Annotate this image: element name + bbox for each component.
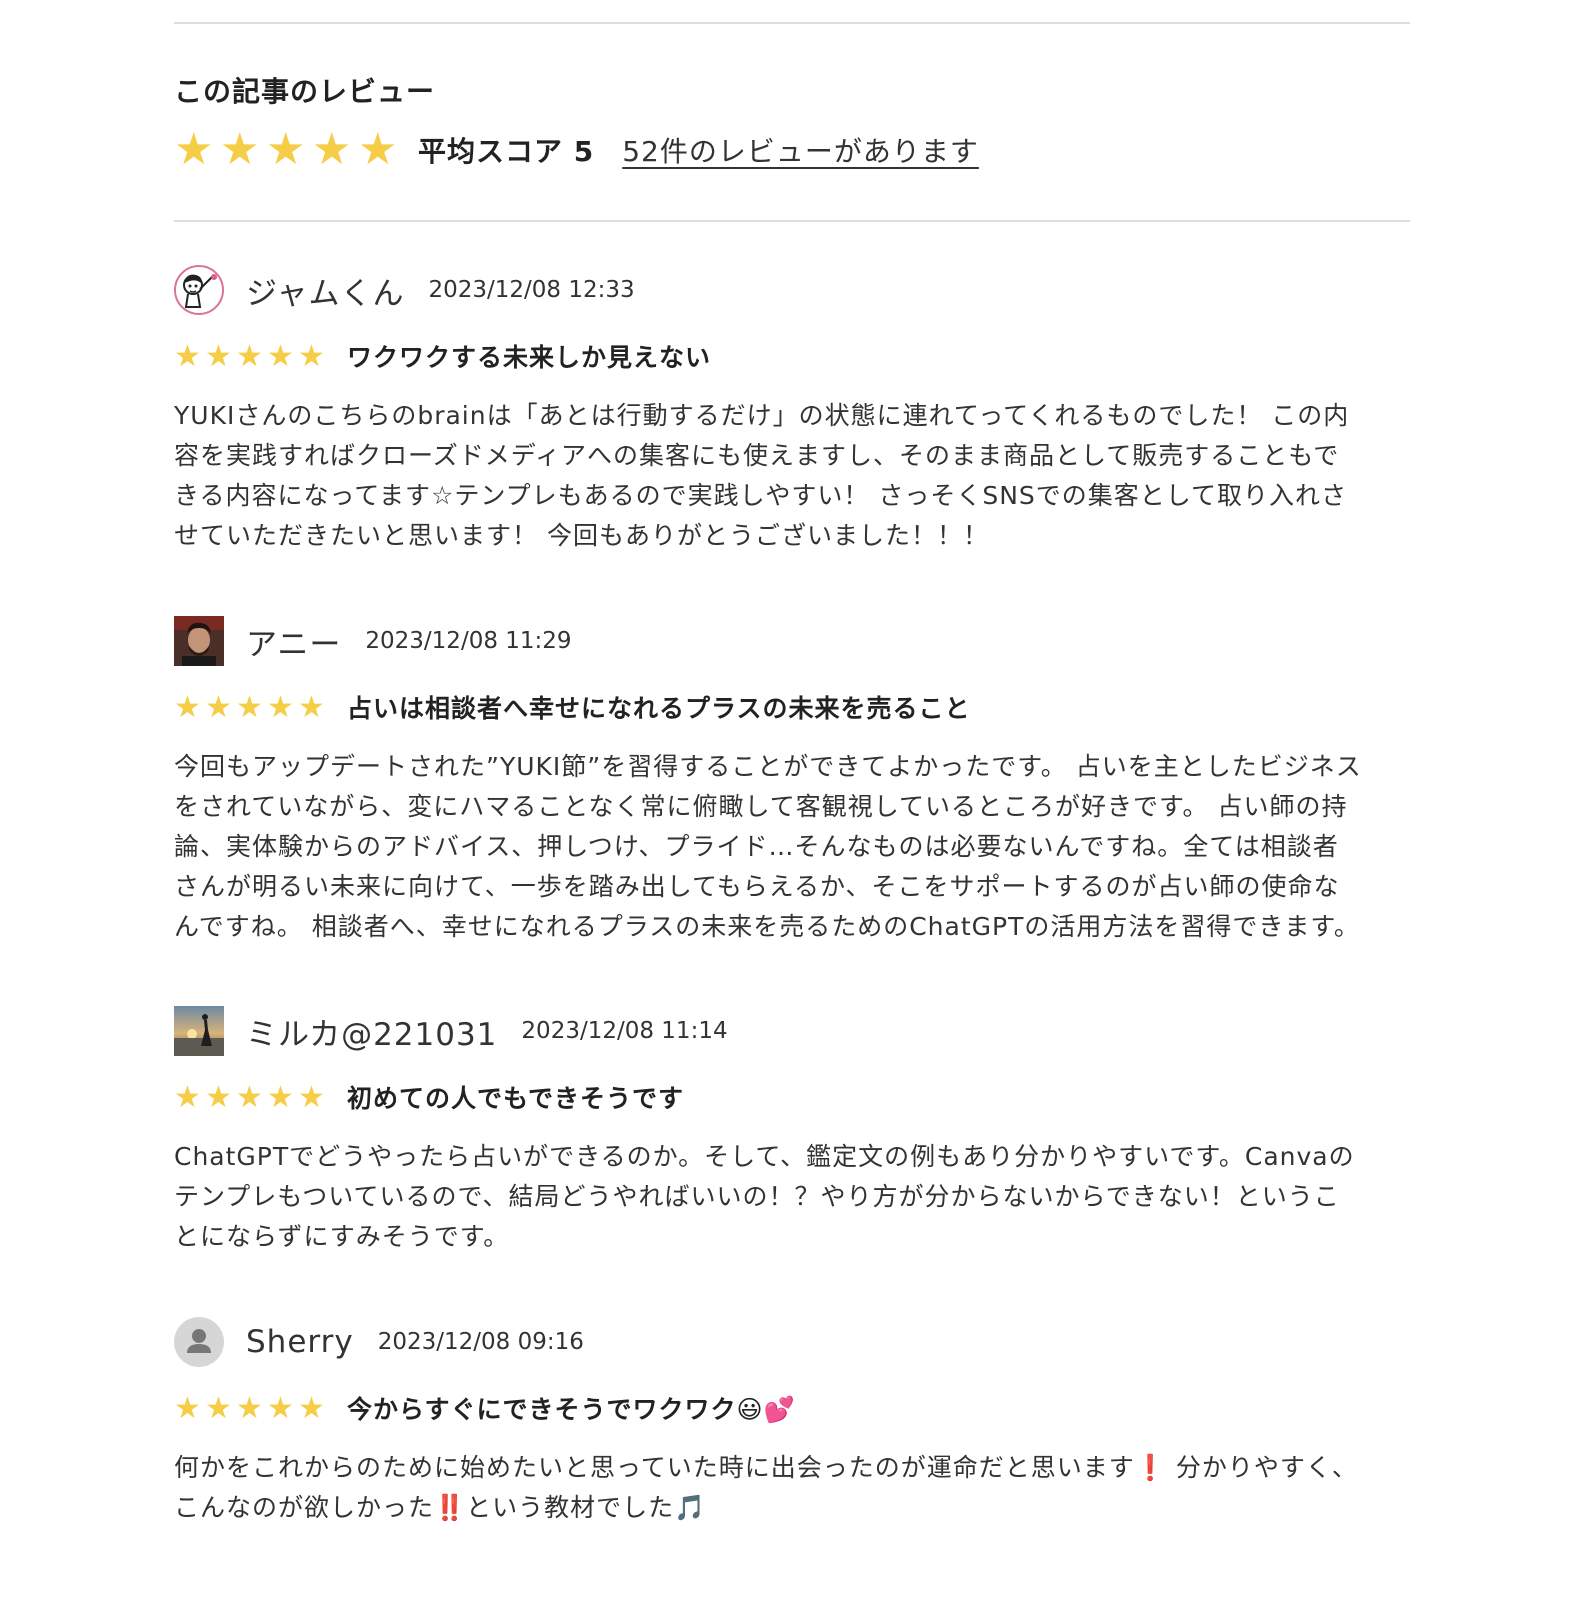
average-star-rating: ★ ★ ★ ★ ★ — [174, 124, 398, 175]
average-score: 平均スコア 5 — [418, 135, 595, 168]
star-icon: ★ — [298, 1390, 325, 1426]
star-icon: ★ — [298, 1079, 325, 1115]
review-star-rating: ★ ★ ★ ★ ★ — [174, 338, 325, 374]
review-item: ミルカ@221031 2023/12/08 11:14 ★ ★ ★ ★ ★ 初め… — [174, 1005, 1410, 1257]
star-icon: ★ — [174, 689, 201, 725]
review-star-rating: ★ ★ ★ ★ ★ — [174, 1390, 325, 1426]
review-title: 今からすぐにできそうでワクワク😃💕 — [347, 1395, 796, 1424]
review-star-rating: ★ ★ ★ ★ ★ — [174, 1079, 325, 1115]
review-body: 何かをこれからのために始めたいと思っていた時に出会ったのが運命だと思います❗ 分… — [174, 1453, 1358, 1522]
review-item: Sherry 2023/12/08 09:16 ★ ★ ★ ★ ★ 今からすぐに… — [174, 1316, 1410, 1528]
avatar[interactable] — [174, 265, 224, 315]
photo-avatar-icon — [174, 616, 224, 666]
review-title-row: ★ ★ ★ ★ ★ 今からすぐにできそうでワクワク😃💕 — [174, 1388, 1410, 1428]
review-title-row: ★ ★ ★ ★ ★ ワクワクする未来しか見えない — [174, 336, 1410, 376]
star-icon: ★ — [267, 689, 294, 725]
star-icon: ★ — [298, 689, 325, 725]
star-icon: ★ — [267, 338, 294, 374]
reviewer-name[interactable]: ミルカ@221031 — [246, 1009, 497, 1054]
review-date: 2023/12/08 09:16 — [377, 1329, 584, 1355]
avatar[interactable] — [174, 1317, 224, 1367]
rating-summary: ★ ★ ★ ★ ★ 平均スコア 5 52件のレビューがあります — [174, 124, 979, 176]
review-title: ワクワクする未来しか見えない — [347, 343, 712, 372]
review-date: 2023/12/08 12:33 — [428, 277, 635, 303]
reviewer-name[interactable]: Sherry — [246, 1324, 354, 1360]
review-item: アニー 2023/12/08 11:29 ★ ★ ★ ★ ★ 占いは相談者へ幸せ… — [174, 615, 1410, 947]
review-title: 初めての人でもできそうです — [347, 1084, 685, 1113]
review-item: ジャムくん 2023/12/08 12:33 ★ ★ ★ ★ ★ ワクワクする未… — [174, 264, 1410, 556]
star-icon: ★ — [266, 124, 306, 175]
review-header: ジャムくん 2023/12/08 12:33 — [174, 264, 1410, 316]
star-icon: ★ — [205, 1390, 232, 1426]
sunset-avatar-icon — [174, 1006, 224, 1056]
star-icon: ★ — [236, 1079, 263, 1115]
reviewer-name[interactable]: アニー — [246, 619, 341, 664]
cartoon-avatar-icon — [183, 274, 217, 308]
section-title: この記事のレビュー — [174, 75, 436, 108]
star-icon: ★ — [174, 1390, 201, 1426]
review-count-link[interactable]: 52件のレビューがあります — [622, 130, 979, 170]
star-icon: ★ — [267, 1079, 294, 1115]
star-icon: ★ — [205, 338, 232, 374]
avatar[interactable] — [174, 1006, 224, 1056]
star-icon: ★ — [358, 124, 398, 175]
star-icon: ★ — [205, 1079, 232, 1115]
star-icon: ★ — [267, 1390, 294, 1426]
divider — [174, 22, 1410, 24]
review-body: 今回もアップデートされた”YUKI節”を習得することができてよかったです。 占い… — [174, 752, 1362, 941]
star-icon: ★ — [236, 689, 263, 725]
star-icon: ★ — [174, 338, 201, 374]
star-icon: ★ — [236, 338, 263, 374]
review-title: 占いは相談者へ幸せになれるプラスの未来を売ること — [347, 694, 971, 723]
review-title-row: ★ ★ ★ ★ ★ 初めての人でもできそうです — [174, 1077, 1410, 1117]
star-icon: ★ — [220, 124, 260, 175]
review-header: ミルカ@221031 2023/12/08 11:14 — [174, 1005, 1410, 1057]
default-user-icon — [187, 1329, 211, 1353]
reviewer-name[interactable]: ジャムくん — [246, 268, 404, 313]
review-body: YUKIさんのこちらのbrainは「あとは行動するだけ」の状態に連れてってくれる… — [174, 401, 1350, 550]
review-header: Sherry 2023/12/08 09:16 — [174, 1316, 1410, 1368]
star-icon: ★ — [205, 689, 232, 725]
star-icon: ★ — [174, 1079, 201, 1115]
avatar[interactable] — [174, 616, 224, 666]
star-icon: ★ — [312, 124, 352, 175]
review-star-rating: ★ ★ ★ ★ ★ — [174, 689, 325, 725]
star-icon: ★ — [236, 1390, 263, 1426]
review-date: 2023/12/08 11:29 — [365, 628, 572, 654]
star-icon: ★ — [298, 338, 325, 374]
review-body: ChatGPTでどうやったら占いができるのか。そして、鑑定文の例もあり分かりやす… — [174, 1142, 1355, 1251]
review-date: 2023/12/08 11:14 — [521, 1018, 728, 1044]
review-header: アニー 2023/12/08 11:29 — [174, 615, 1410, 667]
divider — [174, 220, 1410, 222]
review-title-row: ★ ★ ★ ★ ★ 占いは相談者へ幸せになれるプラスの未来を売ること — [174, 687, 1410, 727]
star-icon: ★ — [174, 124, 214, 175]
